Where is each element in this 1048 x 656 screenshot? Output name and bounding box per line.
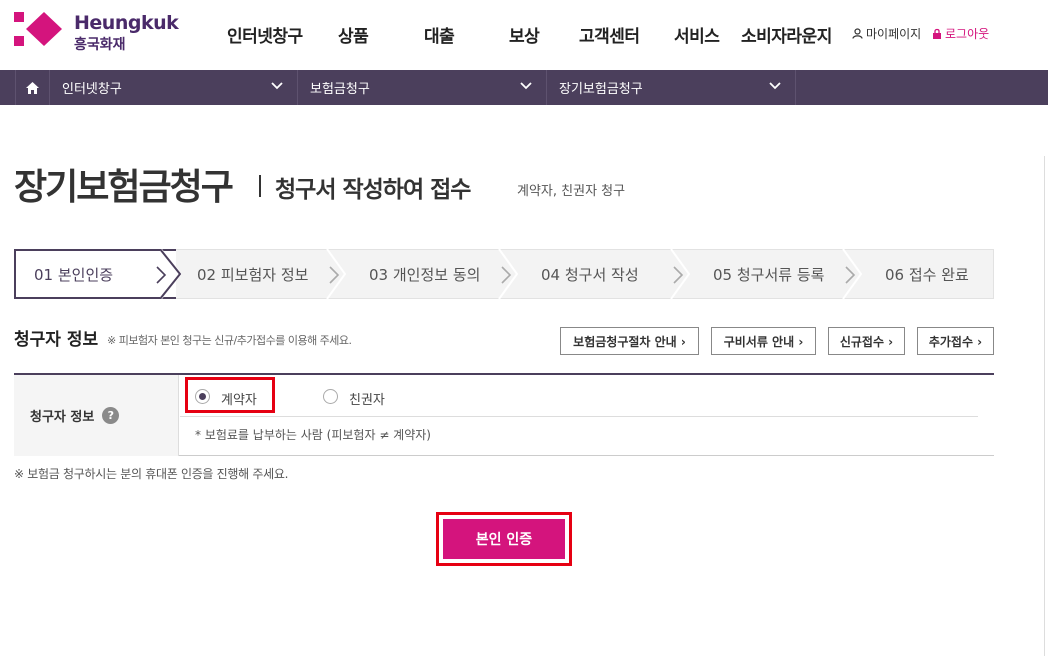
step-04: 04 청구서 작성 — [541, 265, 639, 284]
location-bar: 인터넷창구 보험금청구 장기보험금청구 — [0, 70, 1048, 105]
breadcrumb-level-2[interactable]: 보험금청구 — [298, 70, 547, 105]
step-03: 03 개인정보 동의 — [369, 265, 481, 284]
gnb-products[interactable]: 상품 — [338, 22, 369, 47]
guardian-radio[interactable] — [323, 389, 338, 404]
policyholder-highlight — [185, 377, 275, 413]
chevron-right-icon — [156, 266, 167, 284]
logo-korean: 흥국화재 — [74, 37, 126, 53]
policyholder-note: * 보험료를 납부하는 사람 (피보험자 ≠ 계약자) — [195, 428, 431, 442]
step-02: 02 피보험자 정보 — [197, 265, 309, 284]
claimant-info-table: 청구자 정보 ? 계약자 친권자 — [14, 373, 994, 456]
chevron-down-icon — [271, 82, 283, 90]
logo-mark-icon — [14, 12, 62, 46]
question-icon[interactable]: ? — [102, 407, 120, 424]
chevron-right-icon — [673, 266, 684, 284]
logout-link[interactable]: 로그아웃 — [932, 25, 989, 42]
page-description: 계약자, 친권자 청구 — [517, 184, 626, 199]
mypage-link[interactable]: 마이페이지 — [852, 25, 921, 42]
new-claim-button[interactable]: 신규접수 › — [828, 327, 905, 355]
home-icon — [26, 81, 39, 94]
divider — [1044, 156, 1045, 656]
chevron-right-icon — [329, 266, 340, 284]
step-indicator: 01 본인인증 02 피보험자 정보 03 개인정보 동의 04 청구서 작성 … — [14, 249, 994, 299]
step-06: 06 접수 완료 — [885, 265, 969, 284]
gnb-internet-window[interactable]: 인터넷창구 — [227, 22, 303, 47]
claimant-type-radio-group: 계약자 친권자 — [180, 375, 978, 417]
gnb-consumer-lounge[interactable]: 소비자라운지 — [741, 22, 832, 47]
chevron-down-icon — [769, 82, 781, 90]
verification-note: ※ 보험금 청구하시는 분의 휴대폰 인증을 진행해 주세요. — [14, 467, 289, 481]
breadcrumb-level-1[interactable]: 인터넷창구 — [50, 70, 298, 105]
mypage-label: 마이페이지 — [866, 27, 922, 41]
chevron-right-icon — [845, 266, 856, 284]
header: Heungkuk 흥국화재 인터넷창구 상품 대출 보상 고객센터 서비스 소비… — [0, 0, 1048, 70]
breadcrumb-level-3[interactable]: 장기보험금청구 — [547, 70, 796, 105]
home-button[interactable] — [15, 70, 50, 105]
page-title: 장기보험금청구 — [14, 167, 234, 208]
claim-procedure-guide-button[interactable]: 보험금청구절차 안내 › — [560, 327, 699, 355]
gnb-loans[interactable]: 대출 — [424, 22, 455, 47]
step-05: 05 청구서류 등록 — [713, 265, 825, 284]
person-icon — [852, 28, 863, 39]
page-subtitle: 청구서 작성하여 접수 — [275, 177, 471, 203]
logo-english: Heungkuk — [74, 12, 179, 34]
section-title: 청구자 정보 — [14, 330, 99, 350]
logo[interactable]: Heungkuk 흥국화재 — [14, 12, 179, 56]
breadcrumb-level-3-label: 장기보험금청구 — [559, 82, 643, 97]
lock-icon — [933, 28, 941, 39]
breadcrumb-level-1-label: 인터넷창구 — [62, 82, 122, 97]
chevron-down-icon — [520, 82, 532, 90]
logout-label: 로그아웃 — [945, 27, 990, 41]
step-01: 01 본인인증 — [34, 265, 114, 284]
gnb-services[interactable]: 서비스 — [674, 22, 720, 47]
identity-verification-button[interactable]: 본인 인증 — [443, 519, 565, 559]
guardian-label[interactable]: 친권자 — [349, 389, 385, 408]
claimant-row-label: 청구자 정보 — [30, 410, 95, 425]
claimant-row-header: 청구자 정보 ? — [14, 375, 179, 456]
title-divider — [259, 175, 261, 197]
section-note: ※ 피보험자 본인 청구는 신규/추가접수를 이용해 주세요. — [107, 334, 352, 347]
additional-claim-button[interactable]: 추가접수 › — [917, 327, 994, 355]
gnb-customer-center[interactable]: 고객센터 — [579, 22, 640, 47]
chevron-right-icon — [501, 266, 512, 284]
gnb-compensation[interactable]: 보상 — [509, 22, 540, 47]
required-documents-guide-button[interactable]: 구비서류 안내 › — [711, 327, 816, 355]
breadcrumb-level-2-label: 보험금청구 — [310, 82, 370, 97]
